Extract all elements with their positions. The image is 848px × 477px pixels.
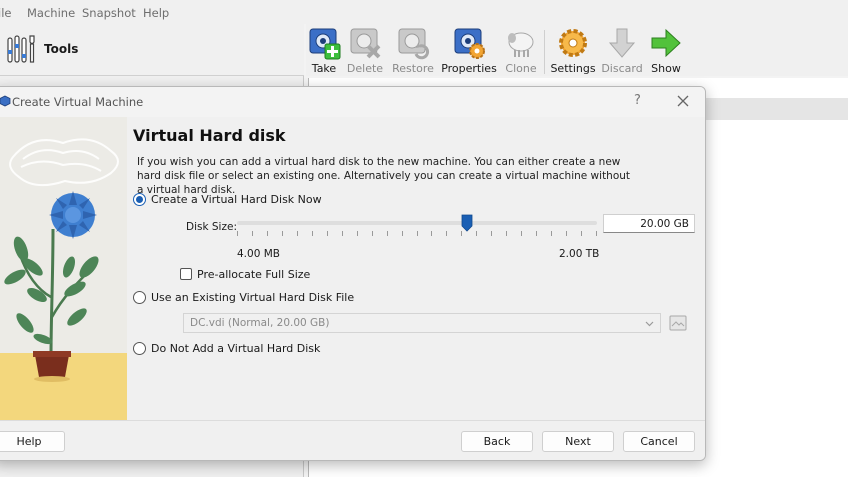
menu-help[interactable]: Help [143, 6, 169, 20]
slider-max-label: 2.00 TB [559, 248, 600, 260]
create-disk-radio[interactable] [133, 193, 146, 206]
camera-restore-icon [398, 28, 430, 60]
sheep-icon [508, 32, 534, 57]
page-description: If you wish you can add a virtual hard d… [137, 156, 631, 196]
page-title: Virtual Hard disk [133, 126, 286, 145]
dialog-titlebar[interactable]: Create Virtual Machine ? [0, 87, 705, 117]
disk-size-input[interactable] [603, 214, 695, 233]
no-disk-radio[interactable] [133, 342, 146, 355]
restore-label: Restore [392, 62, 434, 75]
tools-item[interactable]: Tools [0, 24, 304, 76]
settings-label: Settings [550, 62, 596, 75]
clone-button[interactable]: Clone [493, 26, 549, 76]
tools-label: Tools [44, 42, 79, 56]
virtualbox-icon [0, 95, 11, 107]
menu-file[interactable]: ile [0, 6, 11, 20]
preallocate-label[interactable]: Pre-allocate Full Size [197, 268, 310, 281]
menu-machine[interactable]: Machine [27, 6, 75, 20]
tools-icon [7, 35, 35, 63]
use-existing-radio[interactable] [133, 291, 146, 304]
wizard-illustration [0, 117, 127, 420]
camera-plus-icon [309, 28, 341, 60]
close-icon[interactable] [674, 92, 692, 110]
use-existing-label[interactable]: Use an Existing Virtual Hard Disk File [151, 291, 354, 304]
show-button[interactable]: Show [638, 26, 694, 76]
slider-min-label: 4.00 MB [237, 248, 280, 260]
existing-disk-value: DC.vdi (Normal, 20.00 GB) [190, 317, 330, 329]
restore-button[interactable]: Restore [385, 26, 441, 76]
settings-button[interactable]: Settings [545, 26, 601, 76]
existing-disk-select[interactable]: DC.vdi (Normal, 20.00 GB) [183, 313, 661, 333]
snapshot-toolbar: Take Delete Restore Properties Clone Set… [306, 24, 848, 76]
arrow-right-icon [651, 28, 681, 58]
create-vm-dialog: Create Virtual Machine ? Virtual Hard di… [0, 86, 706, 461]
menu-snapshot[interactable]: Snapshot [82, 6, 136, 20]
disk-size-label: Disk Size: [186, 221, 237, 233]
camera-delete-icon [350, 28, 381, 59]
properties-button[interactable]: Properties [441, 26, 497, 76]
properties-label: Properties [441, 62, 497, 75]
arrow-down-icon [608, 28, 636, 58]
slider-ticks [237, 231, 597, 236]
preallocate-checkbox[interactable] [180, 268, 192, 280]
help-button[interactable]: Help [0, 431, 65, 452]
dialog-title: Create Virtual Machine [12, 95, 144, 109]
back-button[interactable]: Back [461, 431, 533, 452]
show-label: Show [651, 62, 681, 75]
chevron-down-icon [645, 321, 654, 327]
next-button[interactable]: Next [542, 431, 614, 452]
dialog-button-bar: Help Back Next Cancel [0, 420, 705, 460]
menubar: ile Machine Snapshot Help [0, 0, 848, 24]
create-disk-label[interactable]: Create a Virtual Hard Disk Now [151, 193, 322, 206]
cancel-button[interactable]: Cancel [623, 431, 695, 452]
disk-size-slider[interactable] [237, 221, 597, 225]
slider-handle[interactable] [461, 214, 473, 232]
context-help-button[interactable]: ? [634, 93, 641, 108]
clone-label: Clone [505, 62, 537, 75]
no-disk-label[interactable]: Do Not Add a Virtual Hard Disk [151, 342, 320, 355]
wizard-page: Virtual Hard disk If you wish you can ad… [127, 117, 705, 420]
gear-icon [559, 29, 587, 57]
camera-settings-icon [454, 28, 485, 59]
folder-icon[interactable] [669, 314, 687, 332]
